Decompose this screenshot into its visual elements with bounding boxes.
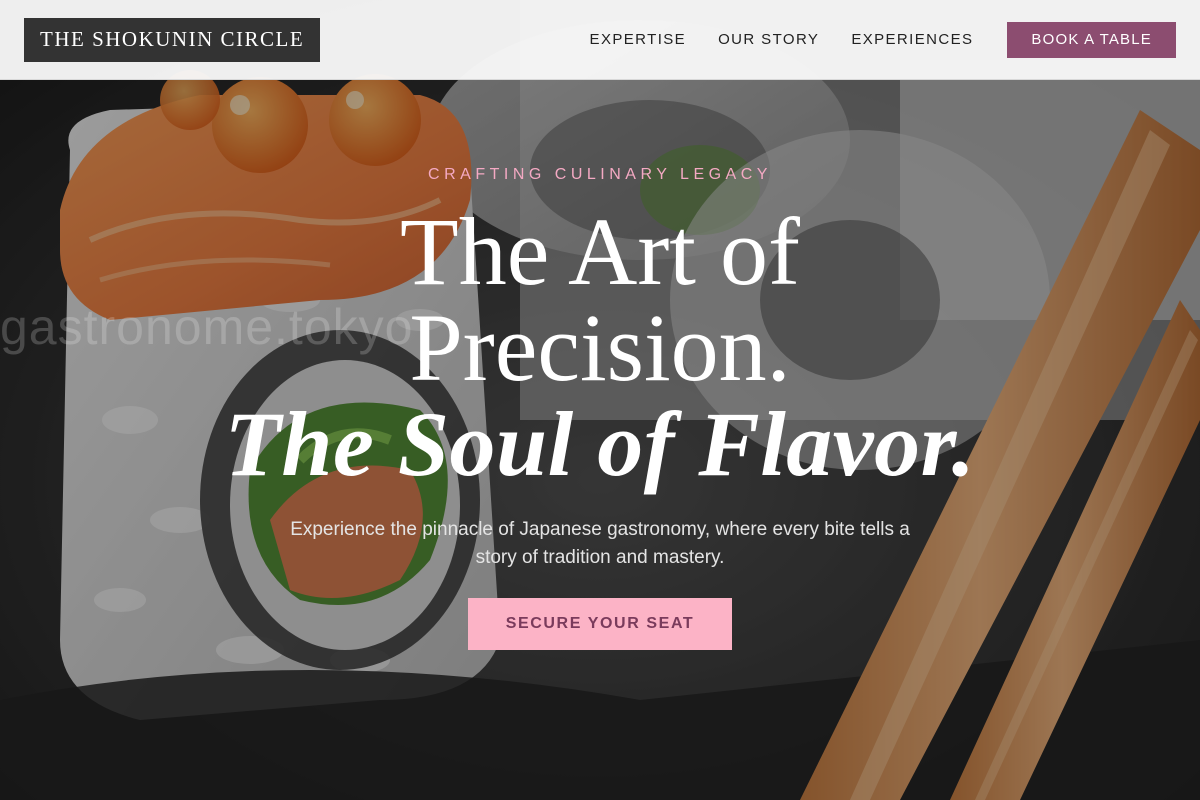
hero-section: CRAFTING CULINARY LEGACY The Art of Prec… <box>0 80 1200 800</box>
book-a-table-button[interactable]: BOOK A TABLE <box>1007 21 1176 58</box>
nav-link-our-story[interactable]: OUR STORY <box>718 31 819 48</box>
landing-page: THE SHOKUNIN CIRCLE EXPERTISE OUR STORY … <box>0 0 1200 800</box>
secure-your-seat-button[interactable]: SECURE YOUR SEAT <box>468 598 732 650</box>
nav-link-experiences[interactable]: EXPERIENCES <box>851 31 973 48</box>
hero-headline: The Art of Precision. The Soul of Flavor… <box>0 198 1200 495</box>
site-logo[interactable]: THE SHOKUNIN CIRCLE <box>24 17 321 62</box>
headline-line-3: The Soul of Flavor. <box>224 393 976 495</box>
main-navigation: EXPERTISE OUR STORY EXPERIENCES BOOK A T… <box>590 0 1176 79</box>
site-header: THE SHOKUNIN CIRCLE EXPERTISE OUR STORY … <box>0 0 1200 80</box>
nav-link-expertise[interactable]: EXPERTISE <box>590 31 687 48</box>
hero-subtitle: Experience the pinnacle of Japanese gast… <box>290 519 910 568</box>
headline-line-1: The Art of <box>400 198 800 305</box>
hero-eyebrow: CRAFTING CULINARY LEGACY <box>428 166 772 183</box>
headline-line-2: Precision. <box>409 294 791 401</box>
